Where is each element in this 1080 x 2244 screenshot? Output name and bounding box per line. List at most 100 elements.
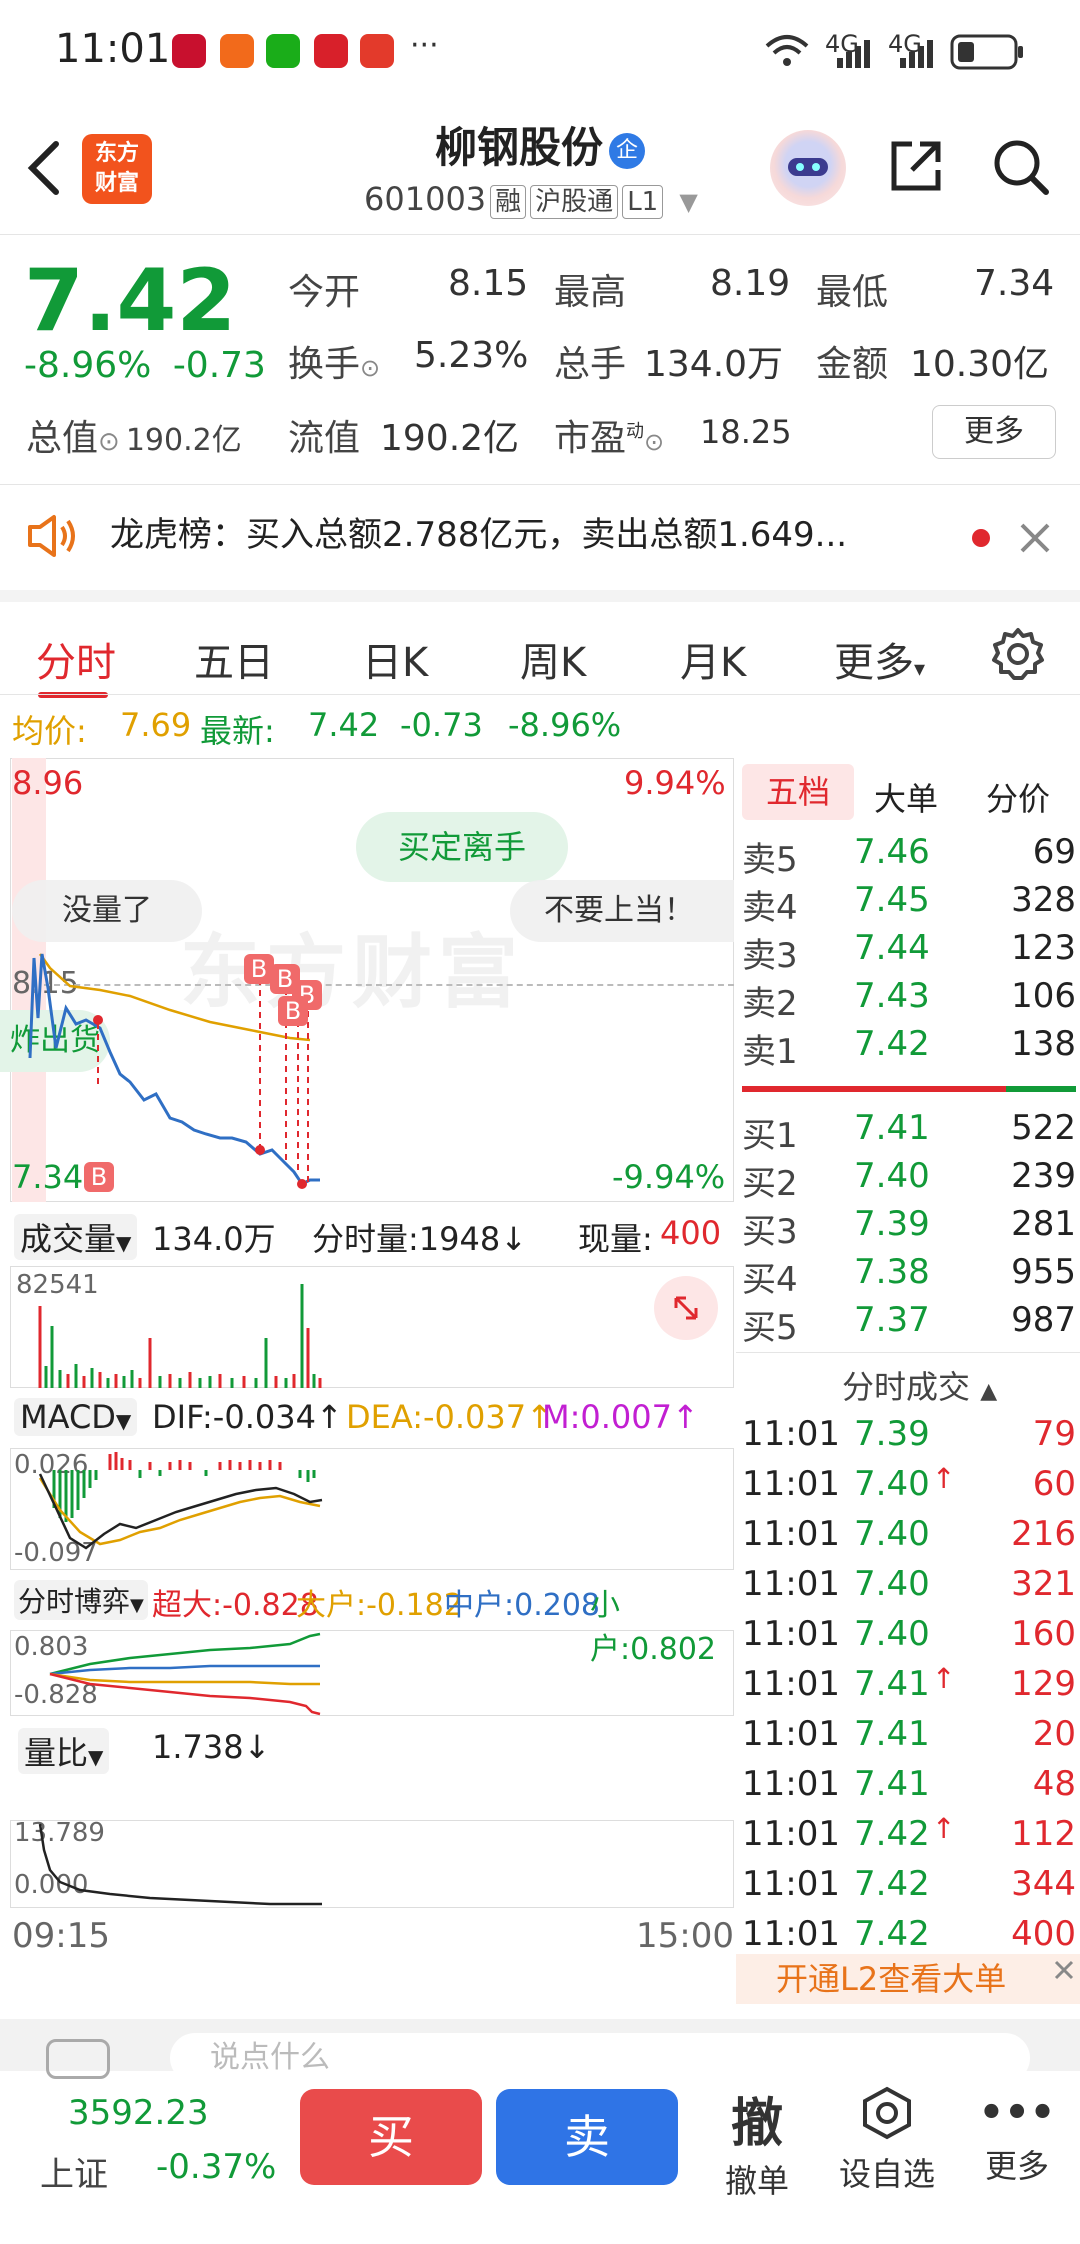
volume-label: 总手 xyxy=(554,344,627,385)
bid-row[interactable]: 买4 7.38 955 xyxy=(742,1248,1076,1300)
close-icon[interactable] xyxy=(1018,521,1052,555)
tick-up-arrow: ↑ xyxy=(932,1462,956,1495)
volume-selector[interactable]: 成交量▼ xyxy=(14,1214,138,1260)
bid-level-label: 买4 xyxy=(742,1260,798,1300)
buy-button[interactable]: 买 xyxy=(300,2089,482,2185)
latest-label: 最新: xyxy=(200,712,275,750)
tab-monthly-k[interactable]: 月K xyxy=(680,630,746,688)
index-change[interactable]: -0.37% xyxy=(156,2147,276,2187)
tick-time: 11:01 xyxy=(742,1814,840,1854)
tab-intraday[interactable]: 分时 xyxy=(36,630,116,688)
comment-icon[interactable] xyxy=(46,2039,110,2079)
tick-time: 11:01 xyxy=(742,1664,840,1704)
ask-row[interactable]: 卖5 7.46 69 xyxy=(742,828,1076,880)
buy-signal-marker[interactable]: B xyxy=(84,1162,114,1192)
comment-input[interactable]: 说点什么 xyxy=(170,2033,1030,2083)
share-icon[interactable] xyxy=(886,136,946,196)
ask-row[interactable]: 卖1 7.42 138 xyxy=(742,1020,1076,1072)
tab-more[interactable]: 更多▾ xyxy=(834,630,925,688)
bid-row[interactable]: 买5 7.37 987 xyxy=(742,1296,1076,1348)
ask-price: 7.46 xyxy=(854,832,930,872)
turnover-label: 换手 xyxy=(288,344,361,385)
cancel-order-label: 撤单 xyxy=(724,2162,789,2200)
news-ticker[interactable]: 龙虎榜：买入总额2.788亿元，卖出总额1.649... xyxy=(0,485,1080,590)
tab-five-levels[interactable]: 五档 xyxy=(742,764,854,820)
tick-row[interactable]: 11:01 7.41 ↑ 129 xyxy=(742,1660,1076,1708)
fund-flow-selector-label: 分时博弈 xyxy=(18,1585,131,1618)
ask-level-label: 卖5 xyxy=(742,840,798,880)
tick-volume: 216 xyxy=(1011,1514,1076,1554)
tick-up-arrow: ↑ xyxy=(932,1812,956,1845)
tick-volume: 321 xyxy=(1011,1564,1076,1604)
tick-row[interactable]: 11:01 7.42 400 xyxy=(742,1910,1076,1958)
latest-value: 7.42 xyxy=(308,706,380,744)
amount-value: 10.30亿 xyxy=(910,344,1050,385)
float-cap-value: 190.2亿 xyxy=(380,418,520,459)
search-icon[interactable] xyxy=(990,136,1052,198)
speaker-icon xyxy=(28,515,75,557)
tick-list-title[interactable]: 分时成交 ▲ xyxy=(842,1362,997,1408)
buy-signal-marker[interactable]: B xyxy=(278,996,308,1026)
cancel-order-button[interactable]: 撤 撤单 xyxy=(702,2081,812,2202)
macd-selector[interactable]: MACD▼ xyxy=(14,1398,138,1436)
tab-more-label: 更多 xyxy=(834,640,914,686)
close-icon[interactable] xyxy=(1048,1954,1080,1986)
stock-code-row[interactable]: 601003 融沪股通 L1 ▼ xyxy=(364,180,698,219)
bid-row[interactable]: 买2 7.40 239 xyxy=(742,1152,1076,1204)
tick-volume: 129 xyxy=(1011,1664,1076,1704)
tick-volume: 344 xyxy=(1011,1864,1076,1904)
add-watchlist-label: 设自选 xyxy=(838,2155,935,2193)
tick-row[interactable]: 11:01 7.40 ↑ 60 xyxy=(742,1460,1076,1508)
volume-ratio-selector[interactable]: 量比▼ xyxy=(18,1728,110,1774)
info-icon[interactable]: ⊙ xyxy=(644,428,664,456)
app-notification-icon xyxy=(314,34,348,68)
tab-weekly-k[interactable]: 周K xyxy=(520,630,586,688)
fund-flow-selector[interactable]: 分时博弈▼ xyxy=(14,1580,148,1620)
tick-row[interactable]: 11:01 7.41 48 xyxy=(742,1760,1076,1808)
volume-header: 成交量▼ 134.0万 分时量:1948↓ 现量: 400 xyxy=(12,1210,734,1260)
expand-icon[interactable] xyxy=(654,1276,718,1340)
tick-row[interactable]: 11:01 7.41 20 xyxy=(742,1710,1076,1758)
ask-volume: 123 xyxy=(1011,928,1076,968)
tab-big-orders[interactable]: 大单 xyxy=(874,774,938,820)
ask-row[interactable]: 卖4 7.45 328 xyxy=(742,876,1076,928)
bid-level-label: 买1 xyxy=(742,1116,798,1156)
fund-flow-header: 分时博弈▼ 超大:-0.828 大户:-0.182 中户:0.208 小户:0.… xyxy=(12,1576,734,1667)
assistant-robot-icon[interactable] xyxy=(770,130,846,206)
add-watchlist-button[interactable]: 设自选 xyxy=(832,2085,942,2195)
stock-connect-tag: 沪股通 xyxy=(530,185,619,219)
tab-price-distribution[interactable]: 分价 xyxy=(986,774,1050,820)
news-text[interactable]: 龙虎榜：买入总额2.788亿元，卖出总额1.649... xyxy=(110,507,847,556)
tick-row[interactable]: 11:01 7.40 321 xyxy=(742,1560,1076,1608)
tab-daily-k[interactable]: 日K xyxy=(362,630,428,688)
bid-row[interactable]: 买3 7.39 281 xyxy=(742,1200,1076,1252)
bid-price: 7.37 xyxy=(854,1300,930,1340)
tick-row[interactable]: 11:01 7.40 160 xyxy=(742,1610,1076,1658)
tick-row[interactable]: 11:01 7.42 344 xyxy=(742,1860,1076,1908)
more-menu-button[interactable]: ••• 更多 xyxy=(962,2085,1072,2187)
index-name[interactable]: 上证 xyxy=(40,2147,108,2196)
tab-five-day[interactable]: 五日 xyxy=(194,630,274,688)
ask-row[interactable]: 卖2 7.43 106 xyxy=(742,972,1076,1024)
gear-icon[interactable] xyxy=(990,626,1046,682)
tick-row[interactable]: 11:01 7.42 ↑ 112 xyxy=(742,1810,1076,1858)
fund-flow-lines xyxy=(49,1632,321,1716)
ask-row[interactable]: 卖3 7.44 123 xyxy=(742,924,1076,976)
volume-ratio-header: 量比▼ 1.738↓ xyxy=(12,1724,734,1774)
tick-time: 11:01 xyxy=(742,1714,840,1754)
tick-row[interactable]: 11:01 7.39 79 xyxy=(742,1410,1076,1458)
info-icon[interactable]: ⊙ xyxy=(360,354,380,382)
info-icon[interactable]: ⊙ xyxy=(98,427,120,457)
more-quote-button[interactable]: 更多 xyxy=(932,405,1056,459)
float-cap-label: 流值 xyxy=(288,418,361,459)
sell-button[interactable]: 卖 xyxy=(496,2089,678,2185)
bid-row[interactable]: 买1 7.41 522 xyxy=(742,1104,1076,1156)
tick-row[interactable]: 11:01 7.40 216 xyxy=(742,1510,1076,1558)
intraday-chart[interactable]: 东方财富 8.96 9.94% 8.15 7.34 -9.94% 买定离手 没量… xyxy=(0,758,734,1958)
quote-panel: 7.42 -8.96% -0.73 总值⊙ 190.2亿 今开 8.15 最高 8… xyxy=(0,235,1080,485)
index-value[interactable]: 3592.23 xyxy=(68,2093,209,2133)
price-change: -8.96% -0.73 xyxy=(24,345,266,386)
tick-price: 7.41 xyxy=(854,1764,930,1804)
l2-promo-banner[interactable]: 开通L2查看大单 xyxy=(736,1954,1080,2004)
more-notifications-icon: ··· xyxy=(410,28,439,63)
